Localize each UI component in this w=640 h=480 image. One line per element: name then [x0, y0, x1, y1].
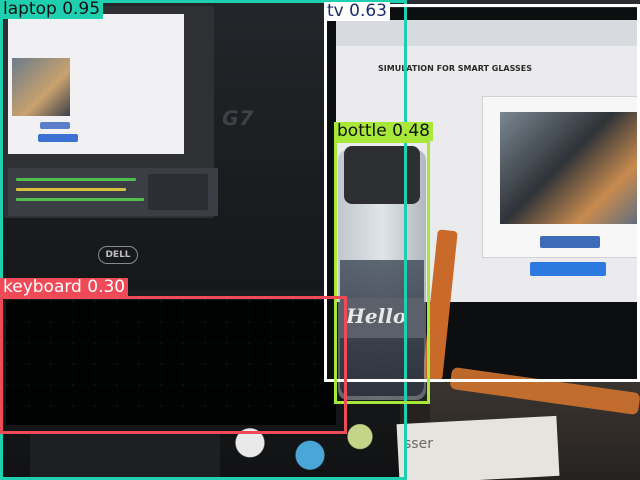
paper-text: sser [404, 436, 433, 452]
bottle-detection-box [334, 140, 430, 404]
photo-scene: G7 DELL SIMULATION FOR SMART GLASSES sse… [0, 0, 640, 480]
laptop-detection-label: laptop 0.95 [0, 0, 104, 19]
keyboard-detection-box [0, 296, 347, 434]
bottle-detection-label: bottle 0.48 [334, 122, 433, 141]
tv-detection-label: tv 0.63 [324, 2, 390, 21]
keyboard-detection-label: keyboard 0.30 [0, 278, 129, 297]
